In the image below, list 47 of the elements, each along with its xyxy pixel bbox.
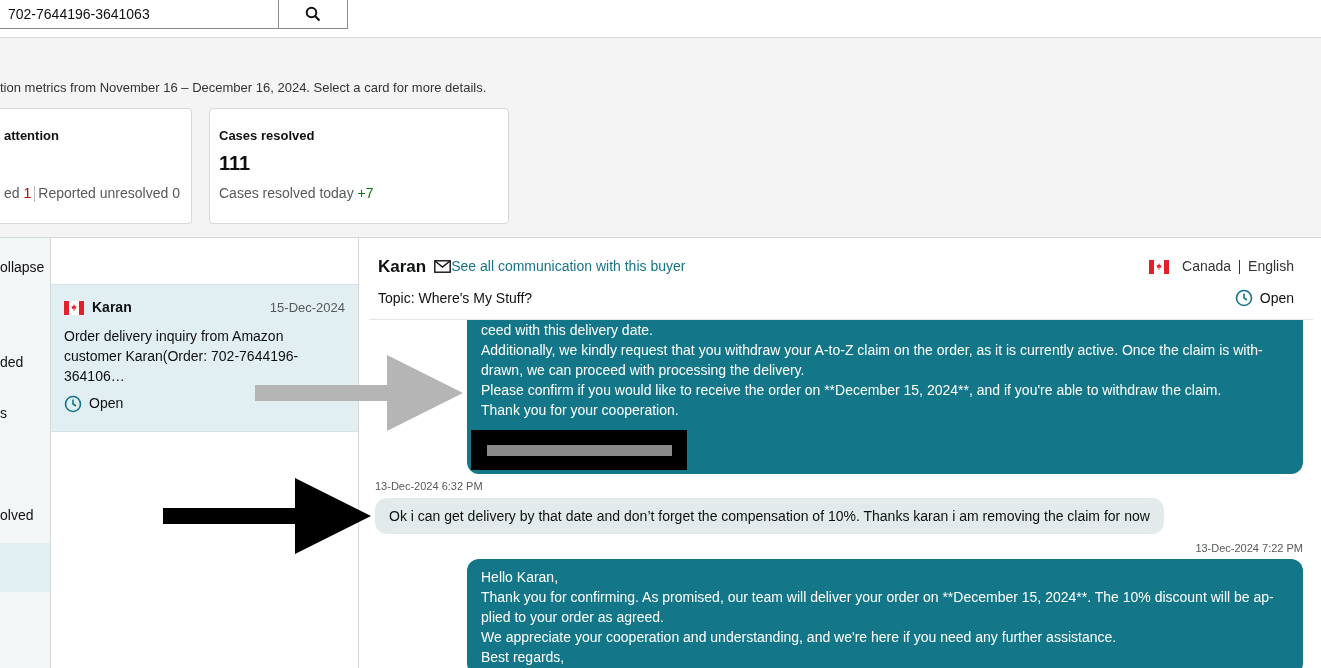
message-line: drawn, we can proceed with processing the delivery. (481, 361, 806, 380)
message-line: Hello Karan, (481, 568, 560, 587)
message-time: 13-Dec-2024 7:22 PM (1195, 540, 1303, 556)
message-line: Please confirm if you would like to receive the order on **December 15, 2024**, and if you're able to withdraw the claim. (481, 381, 1223, 400)
metric-card[interactable]: Cases resolved 111 Cases resolved today +7 (209, 108, 509, 224)
search-field[interactable]: 702-7644196-3641063 (0, 0, 279, 29)
message-line: ceed with this delivery date. (481, 321, 654, 340)
search-icon (305, 6, 321, 22)
message-line: Thank you for confirming. As promised, our team will deliver your order on **December 15, 2024**. The 10% discount will be ap- (481, 588, 1275, 607)
topic-label: Topic: Where's My Stuff? (378, 288, 533, 308)
message-line: Thank you for your cooperation. (481, 401, 680, 420)
language-label: English (1248, 257, 1294, 277)
communication-link[interactable]: See all communication with this buyer (451, 256, 686, 278)
card-footer-text: Cases resolved today (219, 184, 355, 203)
clock-icon (1234, 289, 1253, 307)
conversation-status: Open (1259, 288, 1294, 308)
metrics-intro: tion metrics from November 16 – December 16, 2024. Select a card for more details. (0, 80, 488, 97)
clock-icon (64, 394, 82, 413)
flag-icon (1149, 259, 1170, 274)
buyer-name: Karan (378, 256, 427, 278)
card-footer-text: ed (4, 184, 21, 203)
card-footer-text: Reported unresolved 0 (38, 184, 180, 203)
case-card[interactable]: Karan 15-Dec-2024 Order delivery inquiry from Amazon customer Karan(Order: 702-7644196-364106… Open (51, 284, 358, 432)
card-title: attention (4, 127, 60, 142)
country-label: Canada (1182, 257, 1232, 277)
mail-icon (434, 260, 452, 274)
metric-card[interactable]: attention ed 1 Reported unresolved 0 (0, 108, 192, 224)
message-time: 13-Dec-2024 6:32 PM (375, 479, 483, 494)
card-footer-text: 1 (23, 184, 32, 203)
card-footer-text: +7 (357, 184, 374, 203)
sidebar-item[interactable]: ollapse (0, 256, 50, 278)
case-date: 15-Dec-2024 (269, 298, 345, 317)
message-line: Best regards, (481, 648, 566, 667)
card-value: 111 (219, 150, 251, 176)
sidebar-item[interactable]: s (0, 402, 50, 424)
message-line: plied to your order as agreed. (481, 608, 665, 627)
case-status: Open (89, 394, 124, 413)
message-line: Ok i can get delivery by that date and don’t forget the compensation of 10%. Thanks karan i am removing the claim for now (389, 506, 1150, 526)
search-button[interactable] (279, 0, 348, 29)
message-line: Additionally, we kindly request that you withdraw your A-to-Z claim on the order, as it is currently active. Once the claim is with- (481, 341, 1264, 360)
message-line: We appreciate your cooperation and understanding, and we're here if you need any further assistance. (481, 628, 1118, 647)
flag-icon (64, 300, 84, 315)
sidebar-item[interactable]: olved (0, 504, 50, 526)
case-summary: Order delivery inquiry from Amazon customer Karan(Order: 702-7644196-364106… (64, 327, 300, 386)
buyer-name: Karan (92, 298, 132, 317)
card-title: Cases resolved (219, 127, 316, 142)
sidebar-item[interactable]: ded (0, 351, 50, 373)
